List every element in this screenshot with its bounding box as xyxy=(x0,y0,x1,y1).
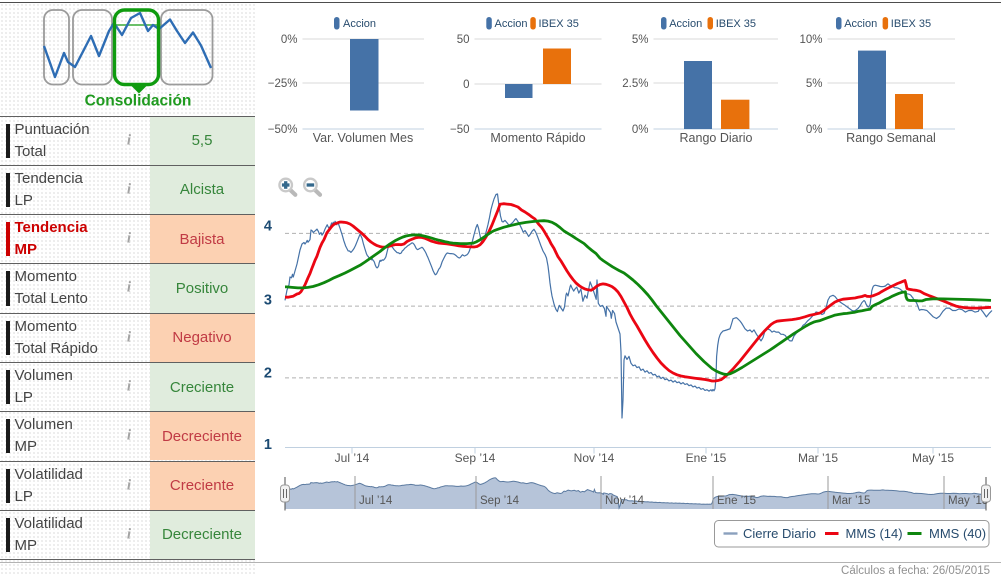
svg-text:5%: 5% xyxy=(806,78,823,90)
svg-text:Jul ’14: Jul ’14 xyxy=(359,495,393,507)
svg-text:Accion: Accion xyxy=(669,18,702,30)
svg-text:Nov ’14: Nov ’14 xyxy=(605,495,645,507)
svg-text:Sep ’14: Sep ’14 xyxy=(480,495,520,507)
svg-text:Jul ’14: Jul ’14 xyxy=(335,451,370,465)
svg-text:Accion: Accion xyxy=(844,18,877,30)
svg-text:IBEX 35: IBEX 35 xyxy=(716,18,756,30)
svg-text:0: 0 xyxy=(463,79,469,91)
svg-text:−25%: −25% xyxy=(268,78,298,90)
svg-text:10%: 10% xyxy=(799,34,822,46)
svg-text:Ene ’15: Ene ’15 xyxy=(686,451,727,465)
svg-text:−50%: −50% xyxy=(268,124,298,136)
svg-text:Nov ’14: Nov ’14 xyxy=(574,451,615,465)
svg-text:Mar ’15: Mar ’15 xyxy=(798,451,838,465)
svg-text:−50: −50 xyxy=(450,124,470,136)
svg-text:2.5%: 2.5% xyxy=(622,78,648,90)
svg-text:Sep ’14: Sep ’14 xyxy=(455,451,496,465)
svg-text:Mar ’15: Mar ’15 xyxy=(832,495,870,507)
svg-text:0%: 0% xyxy=(281,34,298,46)
svg-text:May ’15: May ’15 xyxy=(912,451,954,465)
svg-text:50: 50 xyxy=(457,34,470,46)
svg-text:0%: 0% xyxy=(806,124,823,136)
svg-text:0%: 0% xyxy=(632,124,649,136)
svg-text:Rango Semanal: Rango Semanal xyxy=(846,131,936,145)
svg-text:Rango Diario: Rango Diario xyxy=(680,131,753,145)
svg-text:Momento Rápido: Momento Rápido xyxy=(490,131,585,145)
svg-text:MMS (40): MMS (40) xyxy=(929,526,986,541)
svg-text:Cierre Diario: Cierre Diario xyxy=(743,526,816,541)
svg-text:IBEX 35: IBEX 35 xyxy=(891,18,931,30)
svg-text:Ene ’15: Ene ’15 xyxy=(717,495,756,507)
svg-text:Consolidación: Consolidación xyxy=(85,93,192,110)
svg-text:Accion: Accion xyxy=(343,18,376,30)
svg-text:4: 4 xyxy=(264,219,272,235)
svg-text:Accion: Accion xyxy=(495,18,528,30)
svg-text:3: 3 xyxy=(264,293,272,309)
svg-text:MMS (14): MMS (14) xyxy=(846,526,903,541)
svg-text:5%: 5% xyxy=(632,34,649,46)
svg-text:2: 2 xyxy=(264,366,272,382)
svg-text:IBEX 35: IBEX 35 xyxy=(539,18,579,30)
svg-text:Var. Volumen Mes: Var. Volumen Mes xyxy=(313,131,414,145)
svg-text:1: 1 xyxy=(264,437,272,453)
